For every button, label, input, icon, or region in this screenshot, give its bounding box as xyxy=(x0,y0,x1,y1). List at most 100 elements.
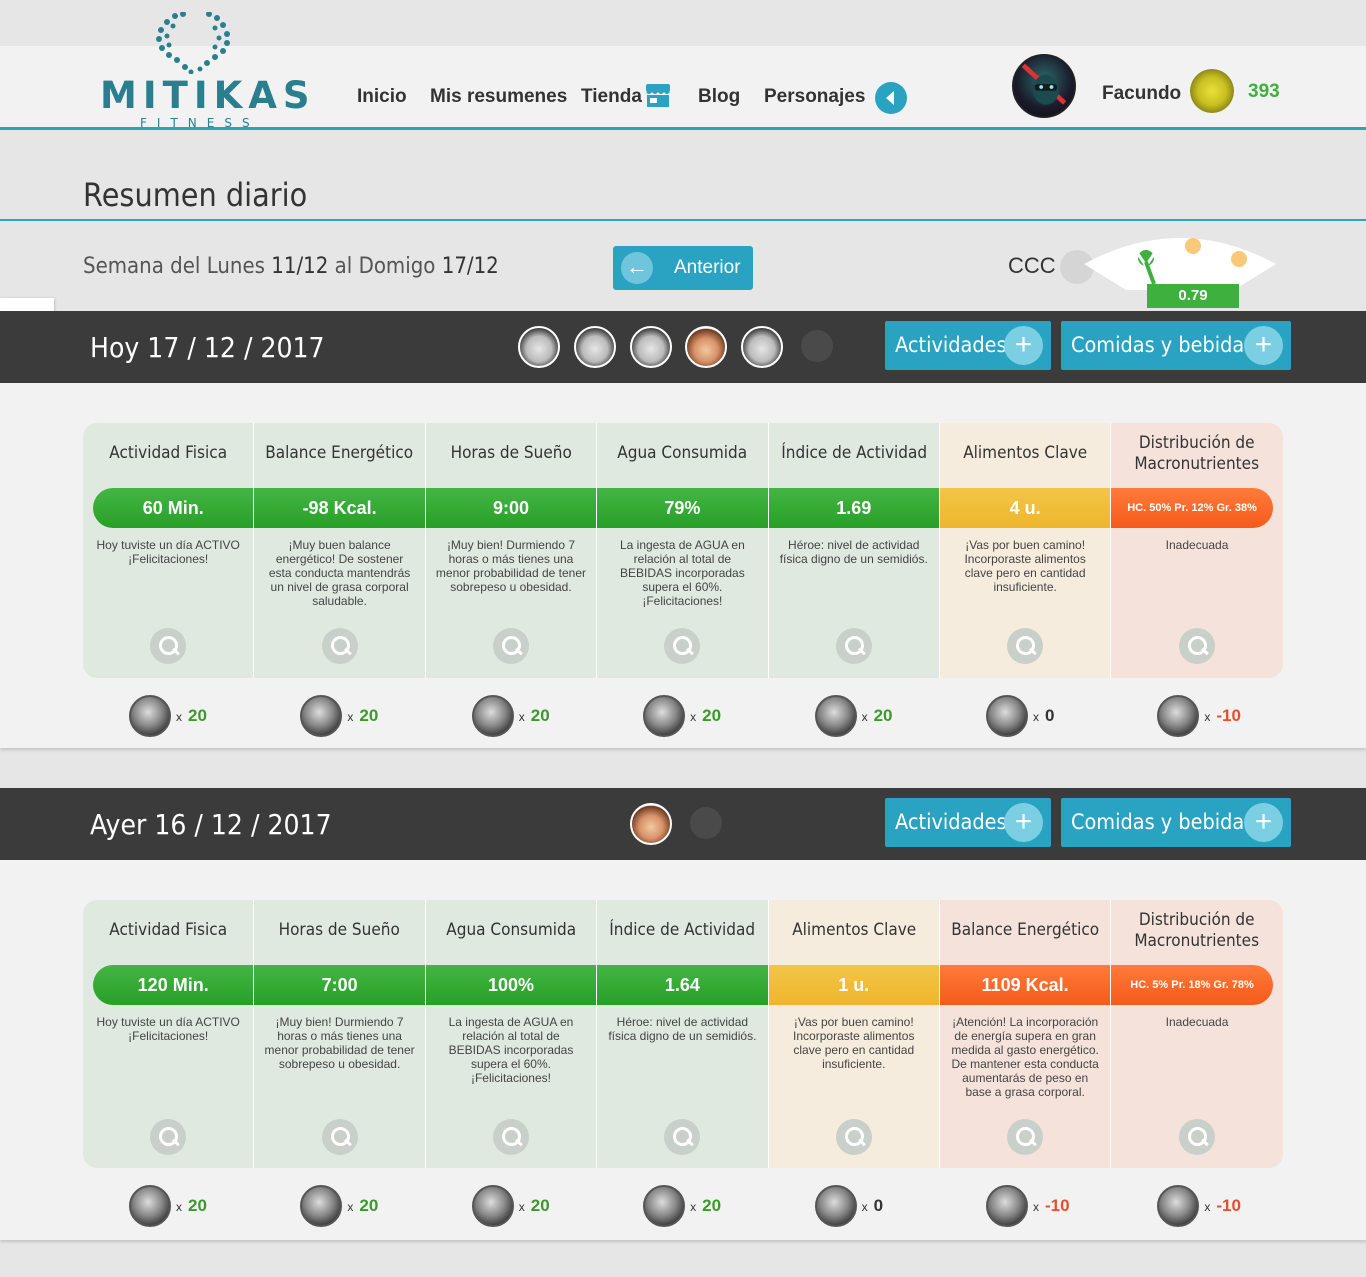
card-description: La ingesta de AGUA en relación al total … xyxy=(619,538,745,608)
week-mid: al Domigo xyxy=(334,254,436,279)
nav-personajes[interactable]: Personajes xyxy=(764,86,865,108)
magnifier-icon[interactable] xyxy=(321,1119,358,1155)
sound-toggle-button[interactable] xyxy=(875,82,907,114)
plus-icon: + xyxy=(1244,326,1283,365)
card-title: Actividad Fisica xyxy=(109,443,228,463)
character-avatar[interactable] xyxy=(574,326,616,368)
day-label: Hoy xyxy=(90,331,140,364)
plus-icon: + xyxy=(1004,803,1043,842)
macro-icon[interactable] xyxy=(1157,695,1200,737)
badge-item: x0 xyxy=(940,695,1111,739)
runner-icon[interactable] xyxy=(129,1185,171,1227)
previous-week-label: Anterior xyxy=(674,257,741,278)
logo-dots-icon xyxy=(156,12,230,74)
badge-points: 20 xyxy=(530,706,550,725)
activity-swirl-icon[interactable] xyxy=(643,1185,686,1227)
key-food-icon[interactable] xyxy=(985,695,1028,737)
badge-item: x 20 xyxy=(426,695,597,739)
badge-points: -10 xyxy=(1216,1196,1241,1215)
magnifier-icon[interactable] xyxy=(664,1119,701,1155)
summary-card: Índice de Actividad 1.64 Héroe: nivel de a… xyxy=(597,900,769,1168)
store-icon[interactable] xyxy=(644,84,672,108)
macro-icon[interactable] xyxy=(1157,1185,1200,1227)
card-value: 79% xyxy=(597,488,768,528)
speaker-icon xyxy=(886,91,894,105)
runner-icon[interactable] xyxy=(129,695,171,737)
scale-icon[interactable] xyxy=(985,1185,1028,1227)
summary-card: Horas de Sueño 9:00 ¡Muy bien! Durmiendo 7… xyxy=(425,423,598,678)
search-icon[interactable] xyxy=(801,330,833,362)
magnifier-icon[interactable] xyxy=(664,628,701,664)
character-avatar[interactable] xyxy=(685,326,727,368)
summary-card: Agua Consumida 79% La ingesta de AGUA en r… xyxy=(597,423,769,678)
card-value: 1.69 xyxy=(768,488,939,528)
multiplier-sign: x xyxy=(518,1200,525,1214)
user-avatar[interactable] xyxy=(1012,54,1076,118)
summary-card: Distribución de Macronutrientes HC. 5% Pr… xyxy=(1111,900,1283,1168)
character-avatar[interactable] xyxy=(518,326,560,368)
magnifier-icon[interactable] xyxy=(1007,1119,1044,1155)
magnifier-icon[interactable] xyxy=(492,1119,529,1155)
username[interactable]: Facundo xyxy=(1102,83,1181,105)
add-food-button[interactable]: Comidas y bebidas + xyxy=(1061,798,1291,847)
search-icon[interactable] xyxy=(690,807,722,839)
day-body-today: Actividad Fisica 60 Min. Hoy tuviste un dí… xyxy=(0,383,1366,748)
day-date: 16 / 12 / 2017 xyxy=(154,808,332,841)
magnifier-icon[interactable] xyxy=(150,628,187,664)
activity-swirl-icon[interactable] xyxy=(814,695,857,737)
character-avatar[interactable] xyxy=(741,326,783,368)
character-avatar[interactable] xyxy=(630,326,672,368)
add-food-button[interactable]: Comidas y bebidas + xyxy=(1061,321,1291,370)
nav-mis-resumenes[interactable]: Mis resumenes xyxy=(430,86,567,108)
water-drop-icon[interactable] xyxy=(471,1185,514,1227)
card-description: ¡Vas por buen camino! Incorporaste alime… xyxy=(793,1015,915,1071)
badge-item: x 20 xyxy=(254,1185,425,1229)
badge-points: 20 xyxy=(702,706,722,725)
multiplier-sign: x xyxy=(347,1200,354,1214)
key-food-icon[interactable] xyxy=(814,1185,857,1227)
card-description: La ingesta de AGUA en relación al total … xyxy=(448,1015,574,1085)
previous-week-button[interactable]: ← Anterior xyxy=(613,246,753,290)
mitikas-logo[interactable]: MITIKAS FITNESS xyxy=(100,12,310,130)
add-activity-button[interactable]: Actividades + xyxy=(885,321,1051,370)
summary-card: Agua Consumida 100% La ingesta de AGUA en … xyxy=(425,900,598,1168)
logo-subtext: FITNESS xyxy=(140,116,260,130)
magnifier-icon[interactable] xyxy=(321,628,358,664)
magnifier-icon[interactable] xyxy=(835,1119,872,1155)
nav-blog[interactable]: Blog xyxy=(698,86,740,108)
add-activity-label: Actividades xyxy=(895,333,1007,357)
logo-text: MITIKAS xyxy=(100,74,316,117)
scale-icon[interactable] xyxy=(300,695,343,737)
summary-cards: Actividad Fisica 60 Min. Hoy tuviste un dí… xyxy=(83,423,1283,678)
magnifier-icon[interactable] xyxy=(1179,1119,1216,1155)
magnifier-icon[interactable] xyxy=(492,628,529,664)
summary-card: Balance Energético -98 Kcal. ¡Muy buen bal… xyxy=(254,423,426,678)
water-drop-icon[interactable] xyxy=(643,695,686,737)
nav-inicio[interactable]: Inicio xyxy=(357,86,407,108)
day-title: Hoy 17 / 12 / 2017 xyxy=(90,331,325,364)
hero-avatar-icon xyxy=(1021,63,1067,105)
sleep-icon[interactable] xyxy=(300,1185,343,1227)
card-title: Actividad Fisica xyxy=(109,920,228,940)
magnifier-icon[interactable] xyxy=(1179,628,1216,664)
card-title: Balance Energético xyxy=(265,443,414,463)
add-food-label: Comidas y bebidas xyxy=(1071,810,1255,834)
badge-points: 0 xyxy=(873,1196,884,1215)
card-description: ¡Muy bien! Durmiendo 7 horas o más tiene… xyxy=(435,538,587,594)
card-title: Índice de Actividad xyxy=(780,443,927,463)
week-to: 17/12 xyxy=(441,254,499,279)
sleep-icon[interactable] xyxy=(471,695,514,737)
card-description: ¡Vas por buen camino! Incorporaste alime… xyxy=(964,538,1086,594)
magnifier-icon[interactable] xyxy=(835,628,872,664)
card-title: Índice de Actividad xyxy=(609,920,756,940)
magnifier-icon[interactable] xyxy=(150,1119,187,1155)
summary-card: Índice de Actividad 1.69 Héroe: nivel de a… xyxy=(768,423,940,678)
add-activity-button[interactable]: Actividades + xyxy=(885,798,1051,847)
multiplier-sign: x xyxy=(347,710,354,724)
card-value: 120 Min. xyxy=(93,965,254,1005)
badge-row: x 20 x 20 x 20 x 20 x 0 x -10 x -10 xyxy=(83,1185,1283,1229)
character-avatar[interactable] xyxy=(630,803,672,845)
badge-points: 0 xyxy=(1044,706,1055,725)
magnifier-icon[interactable] xyxy=(1007,628,1044,664)
nav-tienda[interactable]: Tienda xyxy=(581,86,642,108)
